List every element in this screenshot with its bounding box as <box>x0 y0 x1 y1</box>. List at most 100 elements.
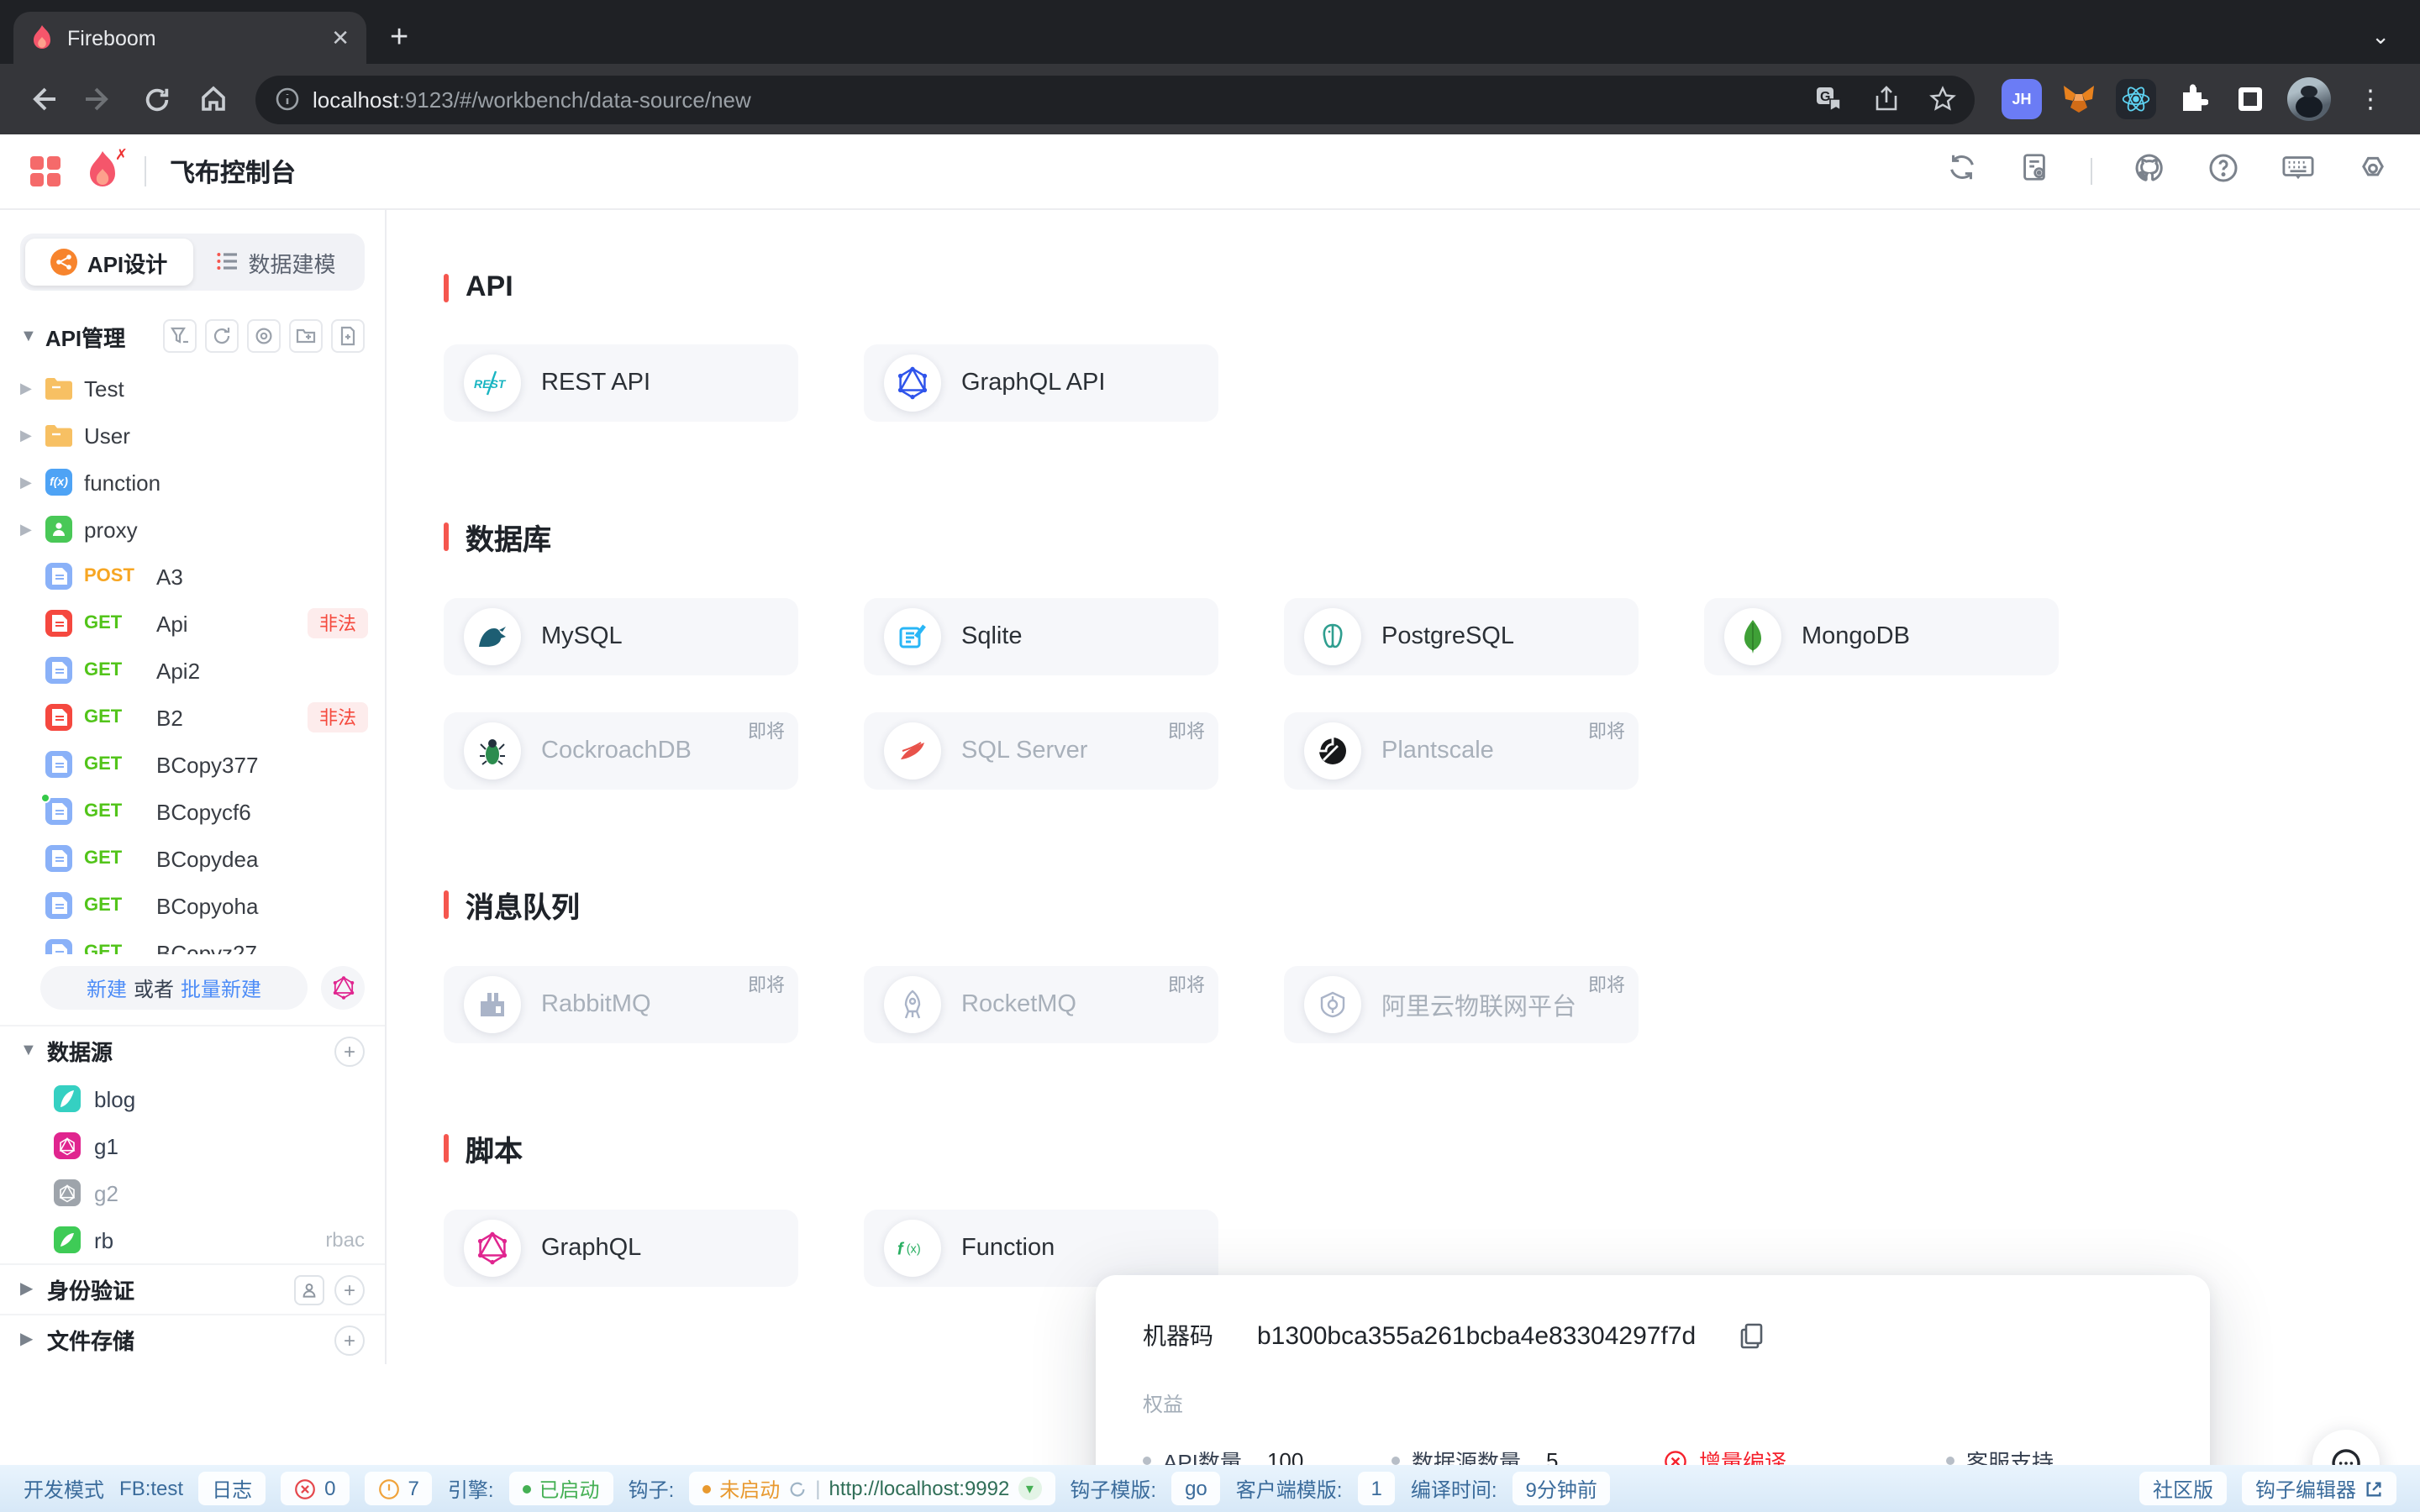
card-postgresql[interactable]: PostgreSQL <box>1284 598 1639 675</box>
graphql-quick-button[interactable] <box>321 966 365 1010</box>
settings-icon[interactable] <box>2356 150 2390 192</box>
card-sqlite[interactable]: Sqlite <box>864 598 1218 675</box>
url-bar[interactable]: localhost:9123/#/workbench/data-source/n… <box>255 75 1975 123</box>
tree-api-a3[interactable]: POSTA3 <box>0 553 385 600</box>
main-content: API REST REST API GraphQL API 数据库 <box>387 210 2420 1364</box>
engine-status[interactable]: 已启动 <box>509 1472 613 1505</box>
proxy-folder-icon <box>45 516 72 543</box>
forward-icon[interactable] <box>74 74 124 124</box>
collapse-chevron-icon[interactable]: ▼ <box>20 327 37 345</box>
card-rocketmq[interactable]: 即将 RocketMQ <box>864 966 1218 1043</box>
app-grid-icon[interactable] <box>30 156 60 186</box>
react-devtools-icon[interactable] <box>2116 79 2156 119</box>
card-rabbitmq[interactable]: 即将 RabbitMQ <box>444 966 798 1043</box>
warning-count[interactable]: 7 <box>364 1472 432 1505</box>
help-icon[interactable] <box>2207 150 2240 192</box>
sync-icon[interactable] <box>1946 151 1978 192</box>
tree-folder-user[interactable]: ▶User <box>0 412 385 459</box>
hook-editor-button[interactable]: 钩子编辑器 <box>2242 1472 2396 1505</box>
home-icon[interactable] <box>188 74 239 124</box>
add-datasource-button[interactable]: + <box>334 1036 365 1066</box>
add-storage-button[interactable]: + <box>334 1325 365 1355</box>
expand-arrow-icon[interactable]: ▶ <box>20 426 34 444</box>
tab-api-design-label: API设计 <box>87 246 167 278</box>
datasource-g2[interactable]: g2 <box>0 1169 385 1216</box>
hook-refresh-icon[interactable] <box>788 1479 807 1498</box>
card-sqlserver[interactable]: 即将 SQL Server <box>864 712 1218 790</box>
share-icon[interactable] <box>1864 77 1907 121</box>
batch-new-link[interactable]: 批量新建 <box>181 974 261 1002</box>
expand-chevron-icon[interactable]: ▶ <box>20 1331 37 1349</box>
card-cockroachdb[interactable]: 即将 CockroachDB <box>444 712 798 790</box>
tab-search-chevron-icon[interactable]: ⌄ <box>2371 24 2407 50</box>
keyboard-icon[interactable] <box>2281 151 2316 192</box>
target-button[interactable] <box>247 319 281 353</box>
add-auth-button[interactable]: + <box>334 1274 365 1305</box>
datasource-blog[interactable]: blog <box>0 1075 385 1122</box>
extensions-puzzle-icon[interactable] <box>2173 79 2213 119</box>
datasource-header[interactable]: ▼ 数据源 + <box>0 1026 385 1075</box>
edition-badge[interactable]: 社区版 <box>2139 1472 2227 1505</box>
add-folder-button[interactable] <box>289 319 323 353</box>
hook-url[interactable]: http://localhost:9992 <box>829 1477 1010 1500</box>
hook-url-chevron-icon[interactable]: ▾ <box>1018 1477 1041 1500</box>
bookmark-star-icon[interactable] <box>1921 77 1965 121</box>
log-preview-icon[interactable] <box>2018 151 2050 192</box>
site-info-icon[interactable] <box>276 87 299 111</box>
datasource-rb[interactable]: rbrbac <box>0 1216 385 1263</box>
expand-arrow-icon[interactable]: ▶ <box>20 520 34 538</box>
tree-api-bcopyz27[interactable]: GETBCopyz27 <box>0 929 385 954</box>
error-count[interactable]: 0 <box>281 1472 349 1505</box>
profile-avatar[interactable] <box>2287 77 2331 121</box>
auth-header[interactable]: ▶ 身份验证 + <box>0 1265 385 1314</box>
expand-arrow-icon[interactable]: ▶ <box>20 379 34 397</box>
auth-user-button[interactable] <box>294 1274 324 1305</box>
card-aliyun-iot[interactable]: 即将 阿里云物联网平台 <box>1284 966 1639 1043</box>
sqlite-icon <box>884 608 941 665</box>
card-graphql-script[interactable]: GraphQL <box>444 1210 798 1287</box>
card-plantscale[interactable]: 即将 Plantscale <box>1284 712 1639 790</box>
browser-tab[interactable]: Fireboom ✕ <box>13 12 366 64</box>
hook-status-pill[interactable]: 未启动 | http://localhost:9992 ▾ <box>689 1472 1055 1505</box>
storage-header[interactable]: ▶ 文件存储 + <box>0 1315 385 1364</box>
new-link[interactable]: 新建 <box>87 974 127 1002</box>
expand-arrow-icon[interactable]: ▶ <box>20 473 34 491</box>
tree-api-api[interactable]: GETApi非法 <box>0 600 385 647</box>
refresh-button[interactable] <box>205 319 239 353</box>
tab-api-design[interactable]: API设计 <box>25 239 192 286</box>
add-file-button[interactable] <box>331 319 365 353</box>
tab-close-icon[interactable]: ✕ <box>331 24 350 51</box>
back-icon[interactable] <box>17 74 67 124</box>
datasource-g1[interactable]: g1 <box>0 1122 385 1169</box>
tab-data-modeling[interactable]: 数据建模 <box>192 239 360 286</box>
tree-api-b2[interactable]: GETB2非法 <box>0 694 385 741</box>
copy-icon[interactable] <box>1739 1322 1765 1349</box>
hook-template-value[interactable]: go <box>1171 1472 1221 1505</box>
expand-chevron-icon[interactable]: ▶ <box>20 1280 37 1299</box>
extension-jh-icon[interactable]: JH <box>2002 79 2042 119</box>
card-rest-api[interactable]: REST REST API <box>444 344 798 422</box>
log-button[interactable]: 日志 <box>198 1472 266 1505</box>
fireboom-logo[interactable]: ✗ <box>84 151 121 192</box>
tree-folder-proxy[interactable]: ▶proxy <box>0 506 385 553</box>
tree-api-bcopyoha[interactable]: GETBCopyoha <box>0 882 385 929</box>
tree-api-bcopy377[interactable]: GETBCopy377 <box>0 741 385 788</box>
card-mongodb[interactable]: MongoDB <box>1704 598 2059 675</box>
card-graphql-api[interactable]: GraphQL API <box>864 344 1218 422</box>
tree-folder-function[interactable]: ▶f(x)function <box>0 459 385 506</box>
tree-api-bcopycf6[interactable]: GETBCopycf6 <box>0 788 385 835</box>
collapse-chevron-icon[interactable]: ▼ <box>20 1042 37 1060</box>
browser-menu-icon[interactable]: ⋮ <box>2348 84 2393 114</box>
filter-button[interactable] <box>163 319 197 353</box>
metamask-icon[interactable] <box>2059 79 2099 119</box>
reload-icon[interactable] <box>131 74 182 124</box>
tree-folder-test[interactable]: ▶Test <box>0 365 385 412</box>
client-template-value[interactable]: 1 <box>1357 1472 1395 1505</box>
sidebar-panel-icon[interactable] <box>2230 79 2270 119</box>
tree-api-api2[interactable]: GETApi2 <box>0 647 385 694</box>
card-mysql[interactable]: MySQL <box>444 598 798 675</box>
github-icon[interactable] <box>2133 150 2166 192</box>
translate-icon[interactable]: G <box>1807 77 1850 121</box>
tree-api-bcopydea[interactable]: GETBCopydea <box>0 835 385 882</box>
new-tab-button[interactable]: + <box>390 12 408 64</box>
